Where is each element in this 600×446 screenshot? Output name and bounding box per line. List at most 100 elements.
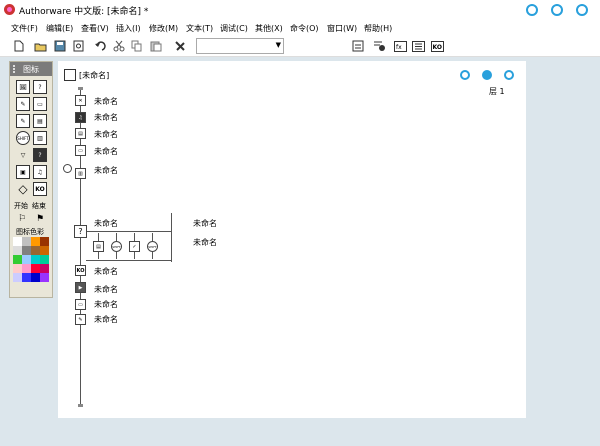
node-label[interactable]: 未命名 (94, 112, 118, 123)
branch-decision-icon[interactable]: SHIFT (111, 241, 122, 252)
color-swatch[interactable] (40, 237, 49, 246)
decision-icon[interactable]: SHIFT (16, 131, 30, 145)
framework-node-icon[interactable]: ▥ (75, 168, 86, 179)
node-label[interactable]: 未命名 (94, 299, 118, 310)
node-label[interactable]: 未命名 (94, 146, 118, 157)
authorware-logo-icon (4, 4, 15, 15)
calculation-node-icon[interactable]: ✎ (75, 314, 86, 325)
color-swatch[interactable] (40, 264, 49, 273)
calculation-icon[interactable]: ▽ (16, 148, 30, 162)
color-swatch[interactable] (22, 264, 31, 273)
motion-icon[interactable]: ? (33, 80, 47, 94)
color-swatch[interactable] (31, 264, 40, 273)
close-button[interactable] (576, 4, 588, 16)
color-swatch[interactable] (22, 246, 31, 255)
menu-insert[interactable]: 插入(I) (116, 23, 141, 34)
control-panel-icon[interactable] (372, 39, 386, 53)
color-swatch[interactable] (31, 246, 40, 255)
wait-node-icon[interactable]: ▭ (75, 145, 86, 156)
menu-other[interactable]: 其他(X) (255, 23, 283, 34)
flowchart-minimize-button[interactable] (460, 70, 470, 80)
video-node-icon[interactable]: ▶ (75, 282, 86, 293)
menu-edit[interactable]: 编辑(E) (46, 23, 73, 34)
flowchart-close-button[interactable] (504, 70, 514, 80)
color-swatch[interactable] (40, 246, 49, 255)
node-label[interactable]: 未命名 (193, 218, 217, 229)
palette-header[interactable]: 图标 (10, 62, 52, 76)
node-label[interactable]: 未命名 (94, 266, 118, 277)
erase-node-icon[interactable]: ✕ (75, 95, 86, 106)
node-label[interactable]: 未命名 (94, 96, 118, 107)
menu-help[interactable]: 帮助(H) (364, 23, 392, 34)
chevron-down-icon: ▼ (275, 41, 281, 49)
start-flag-label: 开始 (14, 202, 28, 210)
node-label[interactable]: 未命名 (94, 284, 118, 295)
functions-icon[interactable]: fx (393, 39, 407, 53)
color-swatch[interactable] (13, 273, 22, 282)
node-label[interactable]: 未命名 (94, 218, 118, 229)
menu-window[interactable]: 窗口(W) (327, 23, 357, 34)
undo-icon[interactable] (93, 39, 107, 53)
paste-icon[interactable] (149, 39, 163, 53)
color-swatch[interactable] (31, 255, 40, 264)
menu-modify[interactable]: 修改(M) (149, 23, 178, 34)
framework-icon[interactable]: ▤ (33, 114, 47, 128)
display-icon[interactable]: 🖼 (16, 80, 30, 94)
menu-text[interactable]: 文本(T) (186, 23, 213, 34)
new-file-icon[interactable] (12, 39, 26, 53)
node-label[interactable]: 未命名 (94, 129, 118, 140)
digital-movie-icon[interactable]: ▣ (16, 165, 30, 179)
open-folder-icon[interactable] (33, 39, 47, 53)
color-swatch[interactable] (13, 246, 22, 255)
menu-debug[interactable]: 调试(C) (220, 23, 248, 34)
font-size-dropdown[interactable]: ▼ (196, 38, 284, 54)
map-icon[interactable]: ? (33, 148, 47, 162)
color-swatch[interactable] (13, 237, 22, 246)
node-label[interactable]: 未命名 (94, 314, 118, 325)
color-swatch[interactable] (40, 273, 49, 282)
menu-command[interactable]: 命令(O) (290, 23, 319, 34)
color-swatch[interactable] (22, 237, 31, 246)
ko-node-icon[interactable]: KO (75, 265, 86, 276)
navigate-icon[interactable]: ✎ (16, 114, 30, 128)
end-flag-icon[interactable]: ⚑ (33, 212, 47, 226)
branch-calc-icon[interactable]: ✓ (129, 241, 140, 252)
branch-decision-icon[interactable]: SHIFT (147, 241, 158, 252)
interaction-icon[interactable]: ▥ (33, 131, 47, 145)
wait-icon[interactable]: ▭ (33, 97, 47, 111)
variables-icon[interactable] (411, 39, 425, 53)
flowchart-maximize-button[interactable] (482, 70, 492, 80)
branch-display-icon[interactable]: ▤ (93, 241, 104, 252)
color-swatch[interactable] (22, 273, 31, 282)
color-swatch[interactable] (13, 255, 22, 264)
color-swatch[interactable] (31, 237, 40, 246)
sound-node-icon[interactable]: ♫ (75, 112, 86, 123)
run-icon[interactable] (351, 39, 365, 53)
color-swatch[interactable] (31, 273, 40, 282)
ko-icon[interactable]: KO (33, 182, 47, 196)
menu-view[interactable]: 查看(V) (81, 23, 109, 34)
node-label[interactable]: 未命名 (94, 165, 118, 176)
maximize-button[interactable] (551, 4, 563, 16)
minimize-button[interactable] (526, 4, 538, 16)
copy-icon[interactable] (130, 39, 144, 53)
erase-icon[interactable]: ✎ (16, 97, 30, 111)
video-icon[interactable]: ◇ (16, 182, 30, 196)
find-icon[interactable] (173, 39, 187, 53)
knowledge-object-icon[interactable]: KO (430, 39, 444, 53)
save-all-icon[interactable] (53, 39, 67, 53)
start-flag-icon[interactable]: ⚐ (15, 212, 29, 226)
sound-icon[interactable]: ♫ (33, 165, 47, 179)
node-label[interactable]: 未命名 (193, 237, 217, 248)
color-swatch[interactable] (40, 255, 49, 264)
display-node-icon[interactable]: ▤ (75, 128, 86, 139)
color-swatch[interactable] (22, 255, 31, 264)
cut-icon[interactable] (112, 39, 126, 53)
wait-node-icon[interactable]: ▭ (75, 299, 86, 310)
map-node-icon[interactable] (63, 164, 72, 173)
import-icon[interactable] (71, 39, 85, 53)
interaction-top-line (86, 231, 171, 232)
menu-file[interactable]: 文件(F) (11, 23, 38, 34)
color-swatch[interactable] (13, 264, 22, 273)
interaction-node-icon[interactable]: ? (74, 225, 87, 238)
